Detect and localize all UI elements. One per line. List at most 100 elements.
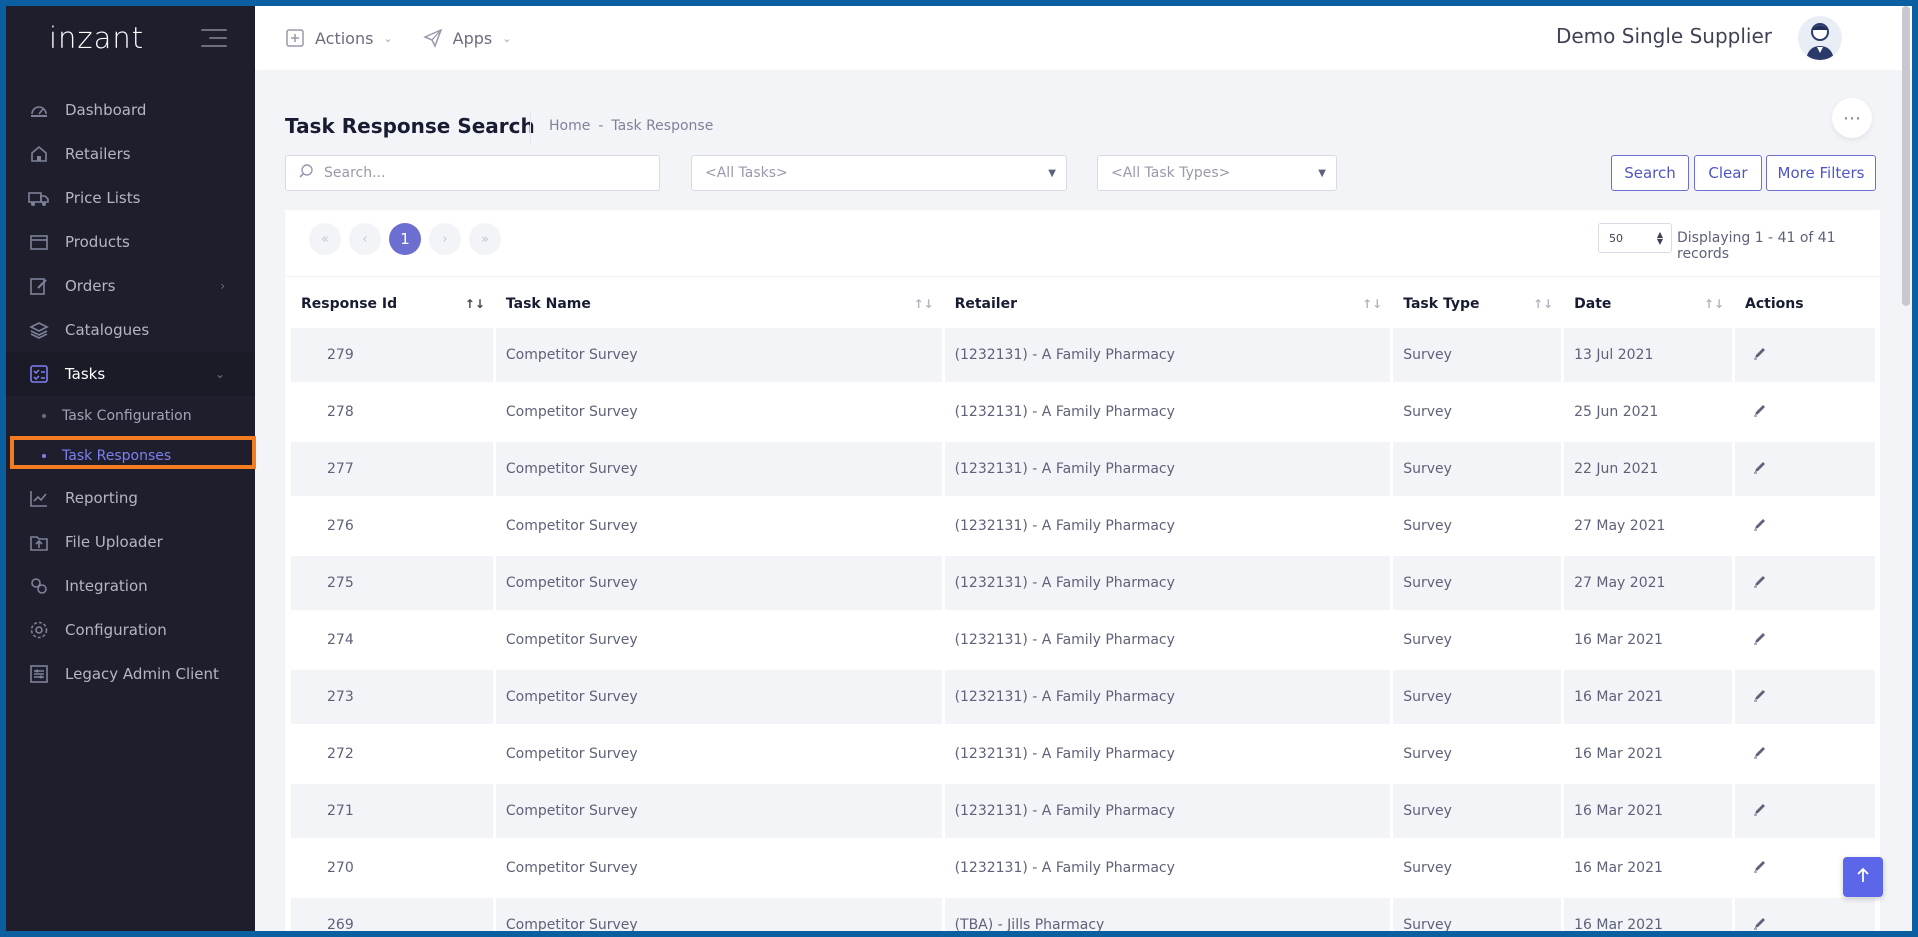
edit-pencil-icon[interactable]	[1753, 517, 1767, 531]
sidebar-item-file-uploader[interactable]: File Uploader	[6, 520, 255, 564]
sidebar-item-legacy-admin-client[interactable]: Legacy Admin Client	[6, 652, 255, 696]
cell-date: 22 Jun 2021	[1564, 442, 1733, 496]
cell-retailer: (1232131) - A Family Pharmacy	[944, 499, 1391, 553]
breadcrumb-task-response[interactable]: Task Response	[611, 118, 713, 134]
edit-pencil-icon[interactable]	[1753, 346, 1767, 360]
column-header-response-id[interactable]: Response Id ↑↓	[291, 283, 493, 325]
table-row[interactable]: 275 Competitor Survey (1232131) - A Family…	[291, 556, 1875, 610]
cell-actions	[1735, 385, 1875, 439]
cell-date: 16 Mar 2021	[1564, 727, 1733, 781]
column-header-task-type[interactable]: Task Type ↑↓	[1393, 283, 1561, 325]
sidebar-item-integration[interactable]: Integration	[6, 564, 255, 608]
cell-task-name: Competitor Survey	[495, 328, 942, 382]
user-name: Demo Single Supplier	[1555, 24, 1772, 48]
table-row[interactable]: 277 Competitor Survey (1232131) - A Family…	[291, 442, 1875, 496]
avatar[interactable]	[1798, 16, 1842, 60]
sort-icon[interactable]: ↑↓	[1362, 297, 1382, 311]
pagination: « ‹ 1 › »	[309, 223, 501, 255]
edit-pencil-icon[interactable]	[1753, 631, 1767, 645]
cell-task-type: Survey	[1393, 613, 1562, 667]
home-icon	[28, 143, 50, 165]
table-row[interactable]: 274 Competitor Survey (1232131) - A Family…	[291, 613, 1875, 667]
table-row[interactable]: 273 Competitor Survey (1232131) - A Family…	[291, 670, 1875, 724]
cell-task-name: Competitor Survey	[495, 898, 942, 931]
bullet-icon	[42, 414, 46, 418]
sort-icon[interactable]: ↑↓	[1704, 297, 1724, 311]
sidebar-item-orders[interactable]: Orders ›	[6, 264, 255, 308]
sort-icon[interactable]: ↑↓	[1533, 297, 1553, 311]
more-filters-button[interactable]: More Filters	[1766, 155, 1876, 191]
column-header-date[interactable]: Date ↑↓	[1564, 283, 1732, 325]
sidebar-item-price-lists[interactable]: Price Lists	[6, 176, 255, 220]
layers-icon	[28, 319, 50, 341]
column-header-task-name[interactable]: Task Name ↑↓	[496, 283, 942, 325]
sort-icon[interactable]: ↑↓	[913, 297, 933, 311]
chevron-down-icon: ⌄	[502, 31, 512, 45]
first-page-button[interactable]: «	[309, 223, 341, 255]
sidebar-item-task-responses[interactable]: Task Responses	[6, 436, 255, 476]
cell-response-id: 277	[291, 442, 493, 496]
cell-task-type: Survey	[1393, 442, 1562, 496]
sidebar-item-products[interactable]: Products	[6, 220, 255, 264]
table-row[interactable]: 279 Competitor Survey (1232131) - A Family…	[291, 328, 1875, 382]
task-type-select[interactable]: <All Task Types> ▼	[1097, 155, 1337, 191]
sidebar-item-dashboard[interactable]: Dashboard	[6, 88, 255, 132]
edit-pencil-icon[interactable]	[1753, 403, 1767, 417]
last-page-button[interactable]: »	[469, 223, 501, 255]
task-select[interactable]: <All Tasks> ▼	[691, 155, 1067, 191]
search-input[interactable]	[324, 165, 659, 181]
page-size-select[interactable]: 50 ▲ ▼	[1598, 223, 1672, 253]
edit-pencil-icon[interactable]	[1753, 745, 1767, 759]
settings-list-icon	[28, 663, 50, 685]
actions-menu-button[interactable]: Actions ⌄	[285, 28, 393, 48]
search-button[interactable]: Search	[1611, 155, 1689, 191]
clear-button[interactable]: Clear	[1694, 155, 1762, 191]
edit-pencil-icon[interactable]	[1753, 916, 1767, 930]
cell-retailer: (1232131) - A Family Pharmacy	[944, 670, 1391, 724]
scroll-to-top-button[interactable]	[1843, 857, 1883, 897]
next-page-button[interactable]: ›	[429, 223, 461, 255]
menu-toggle-icon[interactable]	[201, 29, 227, 47]
cell-date: 25 Jun 2021	[1564, 385, 1733, 439]
sidebar-item-label: Orders	[65, 277, 116, 295]
sidebar-item-label: Reporting	[65, 489, 138, 507]
cell-task-name: Competitor Survey	[495, 499, 942, 553]
cell-response-id: 279	[291, 328, 493, 382]
apps-label: Apps	[452, 28, 493, 48]
sidebar-item-reporting[interactable]: Reporting	[6, 476, 255, 520]
cell-response-id: 273	[291, 670, 493, 724]
arrow-up-icon	[1856, 867, 1870, 887]
page-scrollbar[interactable]	[1902, 6, 1910, 306]
logo[interactable]: inzant	[49, 21, 144, 55]
sidebar-item-retailers[interactable]: Retailers	[6, 132, 255, 176]
column-header-retailer[interactable]: Retailer ↑↓	[945, 283, 1391, 325]
prev-page-button[interactable]: ‹	[349, 223, 381, 255]
more-options-button[interactable]: ⋯	[1832, 98, 1872, 138]
table-row[interactable]: 270 Competitor Survey (1232131) - A Family…	[291, 841, 1875, 895]
table-row[interactable]: 272 Competitor Survey (1232131) - A Family…	[291, 727, 1875, 781]
box-icon	[28, 231, 50, 253]
sidebar-item-tasks[interactable]: Tasks ⌄	[6, 352, 255, 396]
sidebar-item-label: Configuration	[65, 621, 167, 639]
table-row[interactable]: 276 Competitor Survey (1232131) - A Family…	[291, 499, 1875, 553]
table-row[interactable]: 271 Competitor Survey (1232131) - A Family…	[291, 784, 1875, 838]
edit-pencil-icon[interactable]	[1753, 802, 1767, 816]
breadcrumb-home[interactable]: Home	[549, 118, 590, 134]
table-row[interactable]: 278 Competitor Survey (1232131) - A Family…	[291, 385, 1875, 439]
apps-menu-button[interactable]: Apps ⌄	[422, 28, 512, 48]
updown-arrows-icon: ▲ ▼	[1656, 230, 1663, 246]
edit-pencil-icon[interactable]	[1753, 688, 1767, 702]
edit-pencil-icon[interactable]	[1753, 574, 1767, 588]
edit-pencil-icon[interactable]	[1753, 859, 1767, 873]
page-button-current[interactable]: 1	[389, 223, 421, 255]
sidebar-item-configuration[interactable]: Configuration	[6, 608, 255, 652]
cell-actions	[1735, 727, 1875, 781]
table-row[interactable]: 269 Competitor Survey (TBA) - Jills Pharma…	[291, 898, 1875, 931]
sidebar-item-task-configuration[interactable]: Task Configuration	[6, 396, 255, 436]
top-header: Actions ⌄ Apps ⌄ Demo Single Supplier	[255, 6, 1912, 70]
app-window: inzant Dashboard Retailers Price Lists P…	[6, 6, 1912, 931]
sort-icon[interactable]: ↑↓	[465, 297, 485, 311]
edit-pencil-icon[interactable]	[1753, 460, 1767, 474]
sidebar-item-label: Tasks	[65, 365, 106, 383]
sidebar-item-catalogues[interactable]: Catalogues	[6, 308, 255, 352]
